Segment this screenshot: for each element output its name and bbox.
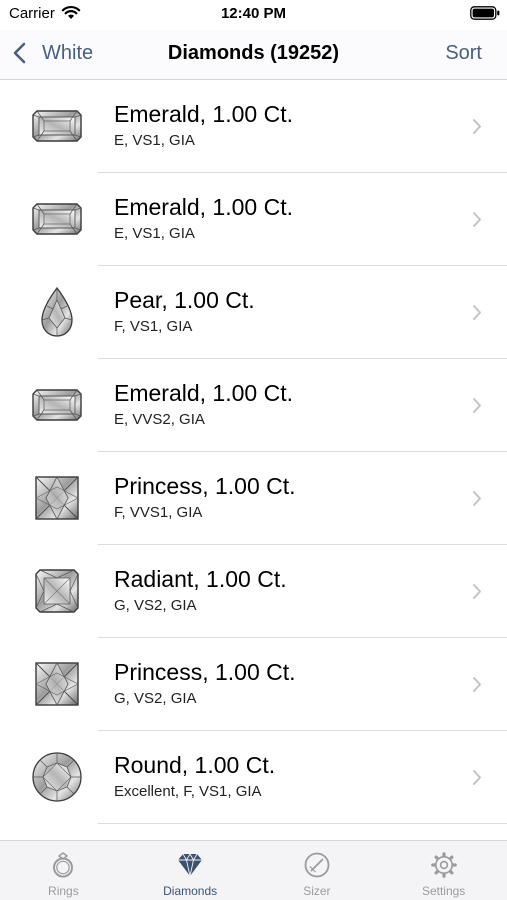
sort-button[interactable]: Sort — [445, 41, 482, 65]
diamond-title: Emerald, 1.00 Ct. — [114, 194, 293, 220]
tab-rings-label: Rings — [48, 884, 79, 898]
diamond-icon — [178, 853, 203, 877]
tab-sizer-label: Sizer — [303, 884, 331, 898]
tab-diamonds-label: Diamonds — [163, 884, 218, 898]
diamond-row[interactable]: Emerald, 1.00 Ct. E, VS1, GIA — [0, 80, 507, 173]
diamond-title: Radiant, 1.00 Ct. — [114, 566, 287, 592]
chevron-right-icon — [473, 584, 481, 599]
diamond-list: Emerald, 1.00 Ct. E, VS1, GIA Emerald, 1.0… — [0, 80, 507, 840]
diamond-details: G, VS2, GIA — [114, 690, 197, 707]
status-bar: Carrier 12:40 PM — [0, 0, 507, 30]
diamond-row[interactable]: Emerald, 1.00 Ct. E, VS1, GIA — [0, 173, 507, 266]
tab-bar: Rings Diamonds Sizer Settings — [0, 840, 507, 900]
diamond-title: Round, 1.00 Ct. — [114, 752, 276, 778]
emerald-diamond-image — [32, 203, 82, 235]
diamond-row[interactable]: Princess, 1.00 Ct. F, VVS1, GIA — [0, 452, 507, 545]
diamond-details: F, VVS1, GIA — [114, 504, 203, 521]
diamond-title: Emerald, 1.00 Ct. — [114, 380, 293, 406]
princess-diamond-image — [35, 476, 79, 520]
emerald-diamond-image — [32, 110, 82, 142]
chevron-right-icon — [473, 398, 481, 413]
diamond-row[interactable]: Pear, 1.00 Ct. F, VS1, GIA — [0, 266, 507, 359]
chevron-right-icon — [473, 212, 481, 227]
status-time: 12:40 PM — [220, 5, 287, 22]
diamond-details: F, VS1, GIA — [114, 318, 193, 335]
diamond-details: E, VS1, GIA — [114, 225, 195, 242]
diamond-title: Princess, 1.00 Ct. — [114, 473, 296, 499]
tab-rings[interactable]: Rings — [0, 841, 127, 900]
diamond-details: E, VS1, GIA — [114, 132, 195, 149]
tab-settings-label: Settings — [421, 884, 466, 898]
chevron-right-icon — [473, 305, 481, 320]
sizer-icon — [304, 852, 330, 878]
navigation-bar: White Diamonds (19252) Sort — [0, 30, 507, 80]
round-diamond-image — [32, 752, 82, 802]
radiant-diamond-image — [35, 569, 79, 613]
ring-icon — [53, 852, 74, 878]
diamond-details: Excellent, F, VS1, GIA — [114, 783, 262, 800]
chevron-right-icon — [473, 677, 481, 692]
gear-icon — [430, 852, 457, 878]
diamond-row[interactable]: Emerald, 1.00 Ct. E, VVS2, GIA — [0, 359, 507, 452]
battery-icon — [470, 6, 500, 20]
diamond-details: E, VVS2, GIA — [114, 411, 205, 428]
diamond-title: Pear, 1.00 Ct. — [114, 287, 255, 313]
pear-diamond-image — [41, 286, 73, 337]
chevron-right-icon — [473, 770, 481, 785]
chevron-right-icon — [473, 119, 481, 134]
row-divider — [98, 823, 507, 824]
emerald-diamond-image — [32, 389, 82, 421]
tab-diamonds[interactable]: Diamonds — [127, 841, 254, 900]
tab-settings[interactable]: Settings — [380, 841, 507, 900]
page-title: Diamonds (19252) — [167, 42, 340, 64]
diamond-title: Emerald, 1.00 Ct. — [114, 101, 293, 127]
diamond-row[interactable]: Round, 1.00 Ct. Excellent, F, VS1, GIA — [0, 731, 507, 824]
tab-sizer[interactable]: Sizer — [254, 841, 381, 900]
diamond-title: Princess, 1.00 Ct. — [114, 659, 296, 685]
diamond-details: G, VS2, GIA — [114, 597, 197, 614]
app-screen: Carrier 12:40 PM White Diamonds (19252) … — [0, 0, 507, 900]
diamond-row[interactable]: Radiant, 1.00 Ct. G, VS2, GIA — [0, 545, 507, 638]
chevron-right-icon — [473, 491, 481, 506]
diamond-row[interactable]: Princess, 1.00 Ct. G, VS2, GIA — [0, 638, 507, 731]
princess-diamond-image — [35, 662, 79, 706]
